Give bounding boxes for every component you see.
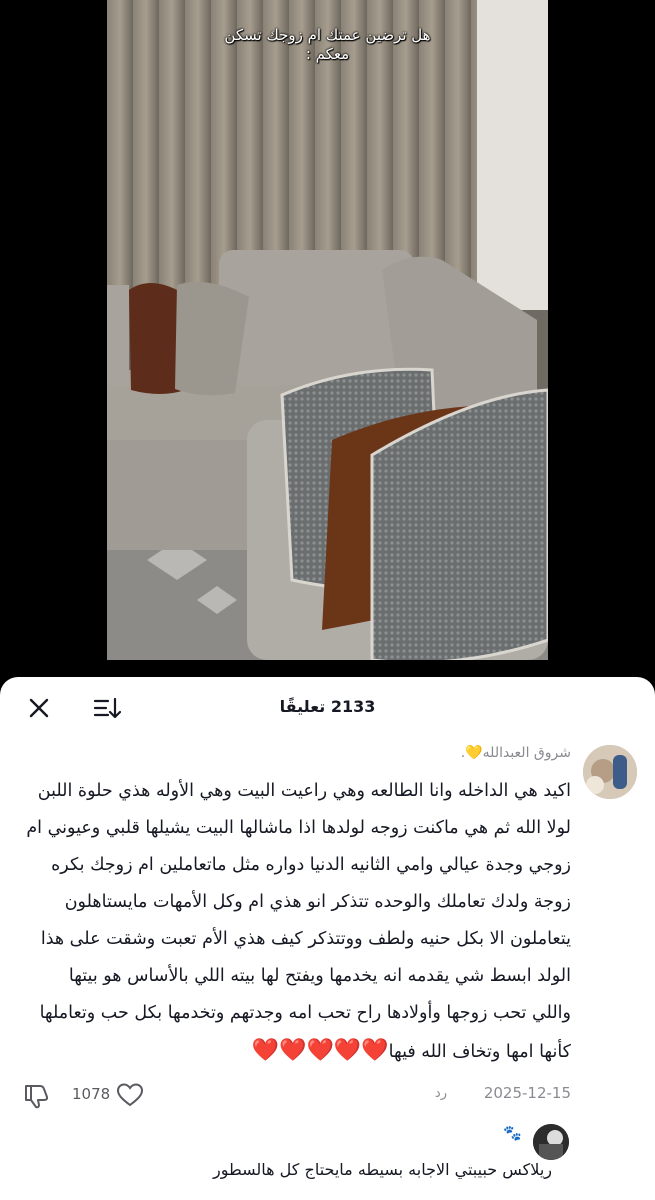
comment-meta: 2025-12-15 رد 1078: [18, 1080, 571, 1110]
video-caption: هل ترضين عمتك ام زوجك تسكن معكم :: [107, 26, 548, 64]
video-frame: [107, 0, 548, 660]
comment-2-username[interactable]: 🐾: [503, 1124, 522, 1142]
comment-username[interactable]: شروق العبدالله💛.: [461, 745, 571, 761]
comments-header: 2133 تعليقًا: [0, 677, 655, 739]
avatar-2[interactable]: [533, 1124, 569, 1160]
comments-count-title: 2133 تعليقًا: [279, 697, 376, 716]
comments-sheet: 2133 تعليقًا شروق العبدالله💛. اكيد هي ال…: [0, 677, 655, 1200]
heart-emojis: ❤️❤️❤️❤️❤️: [251, 1038, 390, 1063]
video-player[interactable]: هل ترضين عمتك ام زوجك تسكن معكم :: [107, 0, 548, 660]
comment-text: اكيد هي الداخله وانا الطالعه وهي راعيت ا…: [26, 773, 571, 1071]
heart-outline-icon[interactable]: [116, 1082, 144, 1108]
like-count: 1078: [72, 1085, 111, 1103]
caption-line-1: هل ترضين عمتك ام زوجك تسكن: [224, 26, 431, 44]
comment-body: اكيد هي الداخله وانا الطالعه وهي راعيت ا…: [26, 781, 571, 1062]
caption-line-2: معكم :: [305, 45, 350, 63]
avatar[interactable]: [583, 745, 637, 799]
thumbs-down-icon[interactable]: [22, 1082, 50, 1110]
reply-button[interactable]: رد: [435, 1086, 447, 1101]
comment-2-text: ريلاكس حبيبتي الاجابه بسيطه مايحتاج كل ه…: [213, 1160, 552, 1179]
comment-date: 2025-12-15: [483, 1084, 571, 1102]
